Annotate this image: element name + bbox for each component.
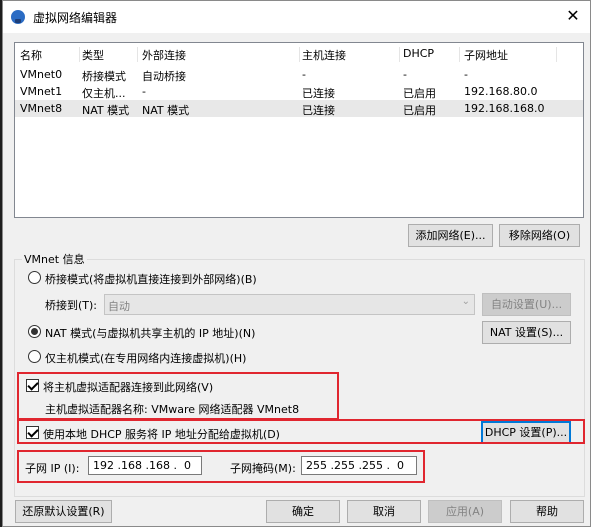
cell-subnet: 192.168.80.0 (464, 85, 538, 98)
help-button[interactable]: 帮助 (510, 500, 584, 523)
column-header-name[interactable]: 名称 (20, 47, 42, 63)
bridge-mode-label[interactable]: 桥接模式(将虚拟机直接连接到外部网络)(B) (45, 271, 257, 287)
cancel-button[interactable]: 取消 (347, 500, 421, 523)
cell-type: 仅主机... (82, 87, 126, 100)
cell-name: VMnet8 (20, 102, 63, 115)
restore-defaults-button[interactable]: 还原默认设置(R) (15, 500, 112, 523)
apply-button[interactable]: 应用(A) (428, 500, 502, 523)
remove-network-button[interactable]: 移除网络(O) (499, 224, 580, 247)
cell-subnet: 192.168.168.0 (464, 102, 545, 115)
table-row-selected[interactable]: VMnet8 NAT 模式 NAT 模式 已连接 已启用 192.168.168… (15, 100, 583, 117)
bridge-mode-radio[interactable] (28, 271, 41, 284)
title-bar: 虚拟网络编辑器 ✕ (3, 1, 590, 33)
column-header-dhcp[interactable]: DHCP (403, 47, 434, 60)
cell-dhcp: 已启用 (403, 87, 436, 100)
nat-mode-label[interactable]: NAT 模式(与虚拟机共享主机的 IP 地址)(N) (45, 325, 255, 341)
nat-mode-radio[interactable] (28, 325, 41, 338)
app-icon (11, 10, 25, 24)
cell-dhcp: - (403, 68, 407, 81)
column-header-type[interactable]: 类型 (82, 47, 104, 63)
bridge-to-label: 桥接到(T): (45, 299, 98, 312)
cell-external: - (142, 85, 146, 98)
add-network-button[interactable]: 添加网络(E)... (408, 224, 493, 247)
virtual-network-editor-window: 虚拟网络编辑器 ✕ 名称 类型 外部连接 主机连接 DHCP 子网地址 VMne… (2, 0, 591, 527)
highlight-box-subnet (17, 450, 425, 483)
cell-external: 自动桥接 (142, 70, 186, 83)
column-header-subnet[interactable]: 子网地址 (464, 47, 508, 63)
table-row[interactable]: VMnet0 桥接模式 自动桥接 - - - (15, 66, 583, 83)
chevron-down-icon: ⌄ (461, 296, 470, 307)
cell-type: 桥接模式 (82, 70, 126, 83)
cell-host: 已连接 (302, 87, 335, 100)
nat-settings-button[interactable]: NAT 设置(S)... (482, 321, 571, 344)
host-only-mode-label[interactable]: 仅主机模式(在专用网络内连接虚拟机)(H) (45, 350, 246, 366)
column-header-host[interactable]: 主机连接 (302, 47, 346, 63)
network-list[interactable]: 名称 类型 外部连接 主机连接 DHCP 子网地址 VMnet0 桥接模式 自动… (14, 42, 584, 218)
highlight-box-dhcp (17, 419, 585, 444)
vmnet-info-label: VMnet 信息 (22, 251, 87, 267)
cell-host: 已连接 (302, 104, 335, 117)
cell-external: NAT 模式 (142, 104, 190, 117)
cell-name: VMnet0 (20, 68, 63, 81)
table-row[interactable]: VMnet1 仅主机... - 已连接 已启用 192.168.80.0 (15, 83, 583, 100)
ok-button[interactable]: 确定 (266, 500, 340, 523)
window-title: 虚拟网络编辑器 (33, 11, 118, 25)
bridge-to-select[interactable]: 自动 ⌄ (104, 294, 475, 315)
cell-subnet: - (464, 68, 468, 81)
cell-type: NAT 模式 (82, 104, 130, 117)
cell-host: - (302, 68, 306, 81)
auto-settings-button[interactable]: 自动设置(U)... (482, 293, 571, 316)
close-icon[interactable]: ✕ (562, 5, 584, 27)
highlight-box-adapter (17, 372, 339, 420)
cell-name: VMnet1 (20, 85, 63, 98)
list-header: 名称 类型 外部连接 主机连接 DHCP 子网地址 (15, 45, 583, 62)
column-header-external[interactable]: 外部连接 (142, 47, 186, 63)
host-only-mode-radio[interactable] (28, 350, 41, 363)
bridge-to-value: 自动 (108, 300, 130, 313)
cell-dhcp: 已启用 (403, 104, 436, 117)
